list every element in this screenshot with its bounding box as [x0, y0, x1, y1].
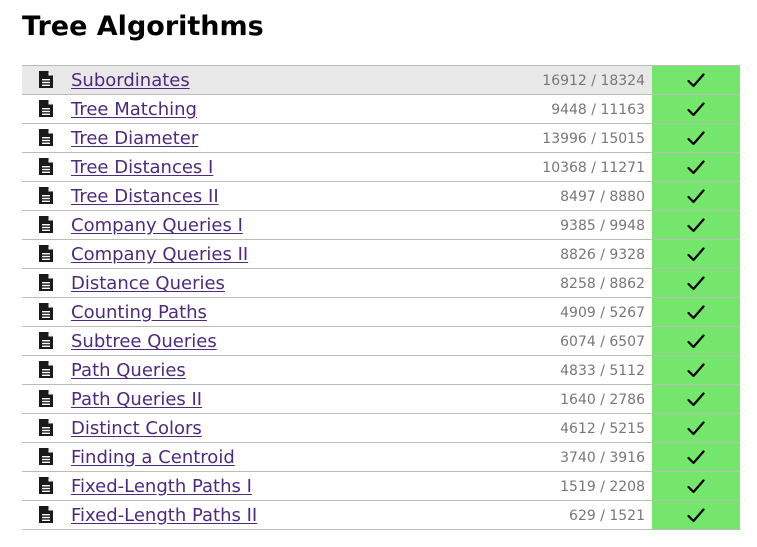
task-score: 13996 / 15015: [542, 131, 645, 147]
task-row: Distinct Colors 4612 / 5215: [22, 414, 740, 443]
task-score: 16912 / 18324: [542, 73, 645, 89]
task-score: 1519 / 2208: [560, 479, 645, 495]
task-score: 9385 / 9948: [560, 218, 645, 234]
task-link[interactable]: Distinct Colors: [71, 418, 202, 440]
task-row: Path Queries II 1640 / 2786: [22, 385, 740, 414]
task-link[interactable]: Path Queries II: [71, 389, 202, 411]
task-link[interactable]: Tree Distances II: [71, 186, 219, 208]
file-text-icon: [39, 448, 53, 465]
task-row: Tree Distances I 10368 / 11271: [22, 153, 740, 182]
file-text-icon: [39, 129, 53, 146]
task-link[interactable]: Distance Queries: [71, 273, 225, 295]
file-text-icon: [39, 100, 53, 117]
task-row: Subtree Queries 6074 / 6507: [22, 327, 740, 356]
solved-status-cell: [652, 211, 740, 239]
solved-status-cell: [652, 182, 740, 210]
task-list: Subordinates 16912 / 18324 Tree Matching 94…: [22, 65, 740, 530]
solved-status-cell: [652, 95, 740, 123]
solved-status-cell: [652, 153, 740, 181]
file-text-icon: [39, 361, 53, 378]
checkmark-icon: [687, 508, 705, 523]
task-score: 4909 / 5267: [560, 305, 645, 321]
task-link[interactable]: Company Queries II: [71, 244, 248, 266]
file-text-icon: [39, 419, 53, 436]
task-link[interactable]: Path Queries: [71, 360, 186, 382]
task-row: Subordinates 16912 / 18324: [22, 65, 740, 95]
file-text-icon: [39, 216, 53, 233]
checkmark-icon: [687, 189, 705, 204]
task-score: 6074 / 6507: [560, 334, 645, 350]
task-link[interactable]: Subordinates: [71, 70, 190, 92]
solved-status-cell: [652, 124, 740, 152]
task-row: Fixed-Length Paths I 1519 / 2208: [22, 472, 740, 501]
page-title: Tree Algorithms: [22, 11, 264, 42]
checkmark-icon: [687, 131, 705, 146]
task-link[interactable]: Fixed-Length Paths I: [71, 476, 252, 498]
file-text-icon: [39, 158, 53, 175]
solved-status-cell: [652, 472, 740, 500]
task-row: Tree Matching 9448 / 11163: [22, 95, 740, 124]
task-row: Tree Diameter 13996 / 15015: [22, 124, 740, 153]
solved-status-cell: [652, 443, 740, 471]
file-text-icon: [39, 245, 53, 262]
checkmark-icon: [687, 421, 705, 436]
task-link[interactable]: Tree Distances I: [71, 157, 213, 179]
task-score: 9448 / 11163: [551, 102, 645, 118]
page: Tree Algorithms Subordinates 16912 / 1832…: [0, 0, 757, 547]
solved-status-cell: [652, 269, 740, 297]
task-score: 10368 / 11271: [542, 160, 645, 176]
task-link[interactable]: Fixed-Length Paths II: [71, 505, 257, 527]
solved-status-cell: [652, 298, 740, 326]
task-row: Company Queries I 9385 / 9948: [22, 211, 740, 240]
task-row: Distance Queries 8258 / 8862: [22, 269, 740, 298]
solved-status-cell: [652, 66, 740, 94]
task-row: Fixed-Length Paths II 629 / 1521: [22, 501, 740, 530]
checkmark-icon: [687, 247, 705, 262]
file-text-icon: [39, 187, 53, 204]
file-text-icon: [39, 390, 53, 407]
solved-status-cell: [652, 240, 740, 268]
task-link[interactable]: Subtree Queries: [71, 331, 217, 353]
file-text-icon: [39, 274, 53, 291]
task-row: Finding a Centroid 3740 / 3916: [22, 443, 740, 472]
task-row: Tree Distances II 8497 / 8880: [22, 182, 740, 211]
checkmark-icon: [687, 160, 705, 175]
solved-status-cell: [652, 327, 740, 355]
task-link[interactable]: Tree Matching: [71, 99, 197, 121]
task-score: 629 / 1521: [569, 508, 645, 524]
checkmark-icon: [687, 392, 705, 407]
task-link[interactable]: Counting Paths: [71, 302, 207, 324]
solved-status-cell: [652, 414, 740, 442]
file-text-icon: [39, 303, 53, 320]
task-score: 1640 / 2786: [560, 392, 645, 408]
checkmark-icon: [687, 276, 705, 291]
task-link[interactable]: Tree Diameter: [71, 128, 198, 150]
task-link[interactable]: Company Queries I: [71, 215, 243, 237]
file-text-icon: [39, 477, 53, 494]
checkmark-icon: [687, 102, 705, 117]
checkmark-icon: [687, 218, 705, 233]
checkmark-icon: [687, 450, 705, 465]
solved-status-cell: [652, 356, 740, 384]
solved-status-cell: [652, 501, 740, 529]
task-score: 4612 / 5215: [560, 421, 645, 437]
task-score: 4833 / 5112: [560, 363, 645, 379]
file-text-icon: [39, 332, 53, 349]
task-row: Company Queries II 8826 / 9328: [22, 240, 740, 269]
task-score: 8258 / 8862: [560, 276, 645, 292]
checkmark-icon: [687, 479, 705, 494]
checkmark-icon: [687, 334, 705, 349]
checkmark-icon: [687, 73, 705, 88]
task-link[interactable]: Finding a Centroid: [71, 447, 235, 469]
file-text-icon: [39, 71, 53, 88]
task-row: Counting Paths 4909 / 5267: [22, 298, 740, 327]
file-text-icon: [39, 506, 53, 523]
checkmark-icon: [687, 305, 705, 320]
checkmark-icon: [687, 363, 705, 378]
task-row: Path Queries 4833 / 5112: [22, 356, 740, 385]
task-score: 8826 / 9328: [560, 247, 645, 263]
solved-status-cell: [652, 385, 740, 413]
task-score: 3740 / 3916: [560, 450, 645, 466]
task-score: 8497 / 8880: [560, 189, 645, 205]
